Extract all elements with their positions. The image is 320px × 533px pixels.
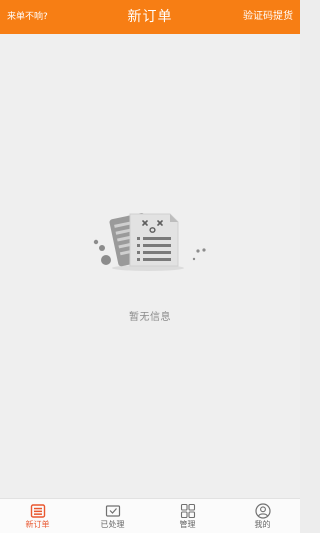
tab-label: 新订单	[25, 520, 50, 529]
bottom-tab-bar: 新订单 已处理 管理 我的	[0, 498, 300, 533]
empty-state-message: 暂无信息	[129, 312, 171, 323]
user-icon	[254, 503, 271, 519]
top-bar: 来单不响? 新订单 验证码提货	[0, 0, 300, 34]
mail-check-icon	[105, 505, 120, 517]
tab-label: 管理	[179, 520, 196, 529]
empty-document-icon	[93, 212, 206, 271]
tab-new-orders[interactable]: 新订单	[0, 499, 75, 533]
order-list-area[interactable]: 暂无信息	[0, 34, 300, 498]
verify-code-pickup-link[interactable]: 验证码提货	[243, 10, 293, 23]
order-list-icon	[30, 504, 45, 518]
tab-manage[interactable]: 管理	[150, 499, 225, 533]
tab-label: 已处理	[100, 520, 125, 529]
tab-label: 我的	[254, 520, 271, 529]
grid-icon	[180, 503, 195, 519]
tab-processed[interactable]: 已处理	[75, 499, 150, 533]
tab-mine[interactable]: 我的	[225, 499, 300, 533]
